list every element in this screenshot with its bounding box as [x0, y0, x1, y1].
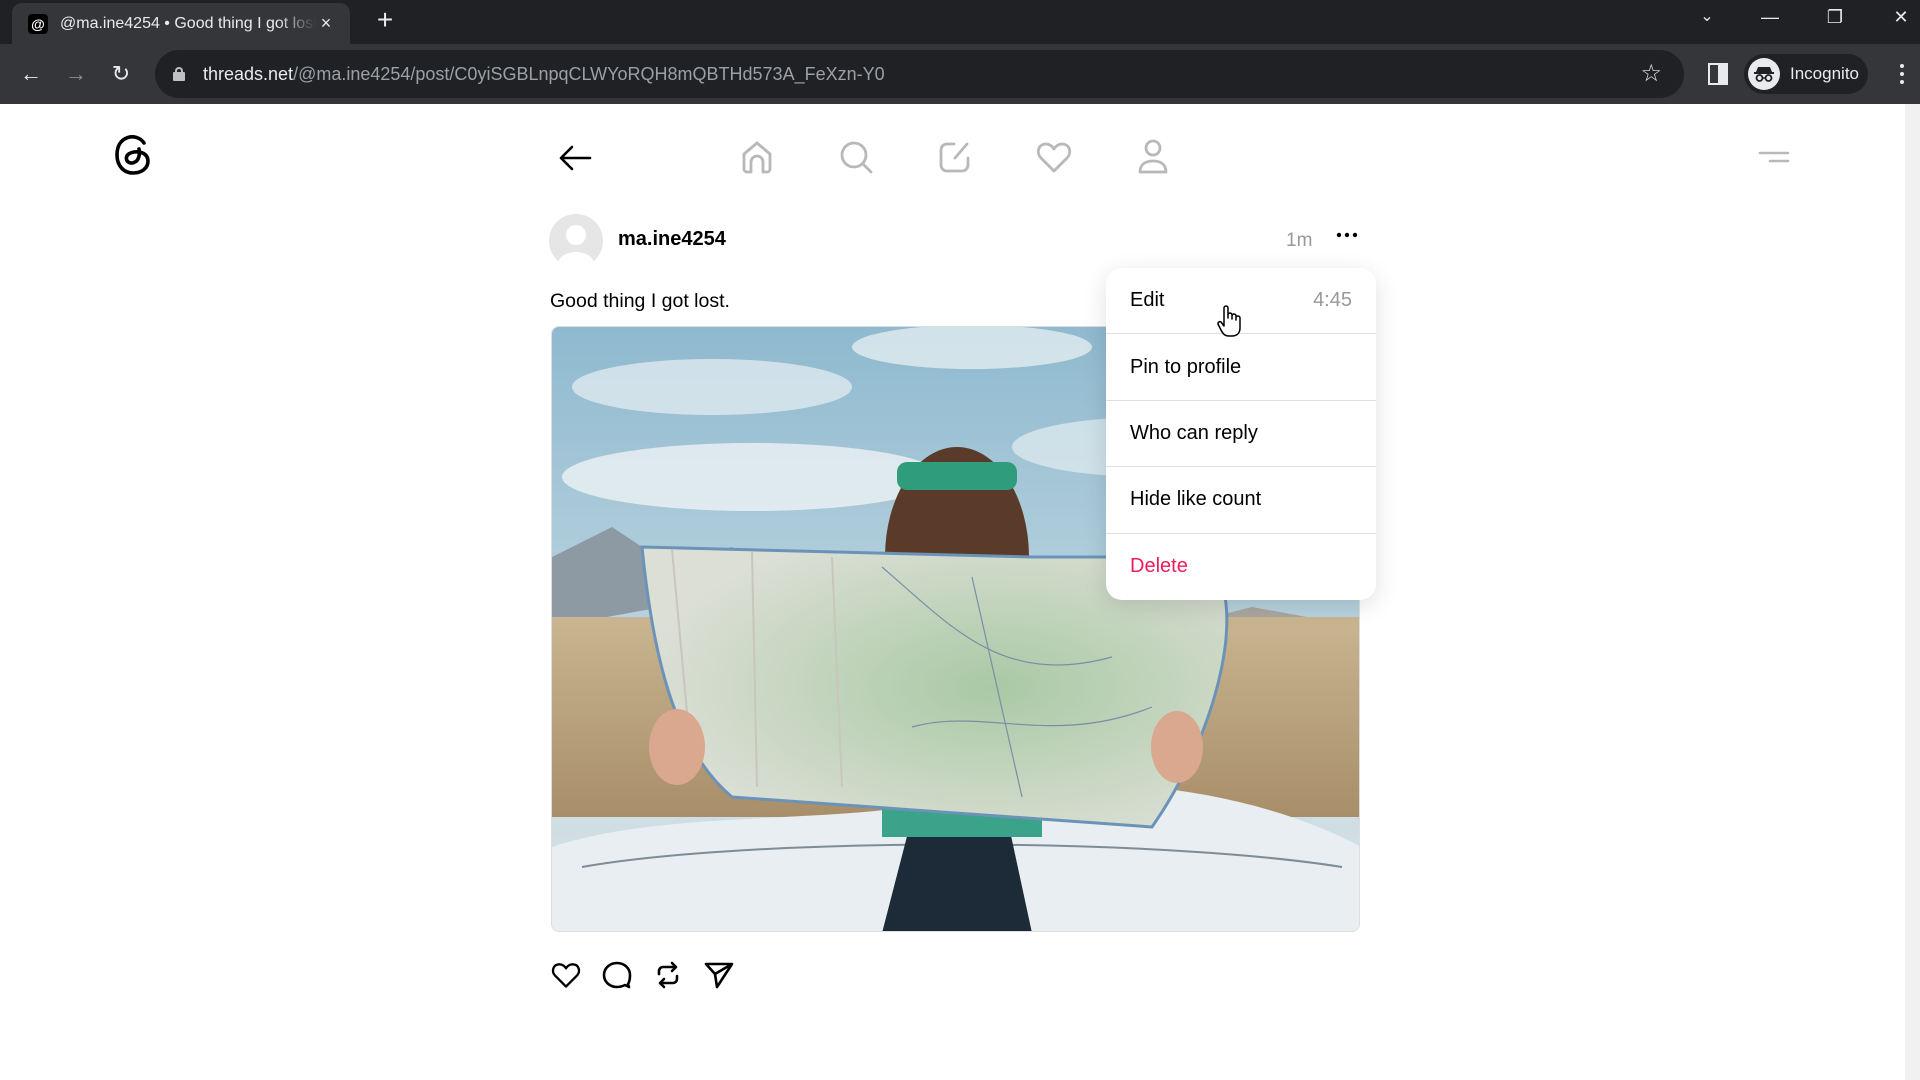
- post-caption: Good thing I got lost.: [550, 290, 730, 312]
- repost-icon[interactable]: [650, 957, 686, 993]
- menu-item-delete[interactable]: Delete: [1106, 534, 1376, 600]
- menu-item-pin-to-profile[interactable]: Pin to profile: [1106, 334, 1376, 401]
- threads-favicon-icon: @: [28, 13, 48, 34]
- menu-item-label: Who can reply: [1130, 421, 1258, 444]
- menu-item-label: Pin to profile: [1130, 355, 1242, 378]
- browser-toolbar: ← → ↻ threads.net/@ma.ine4254/post/C0yiS…: [0, 44, 1920, 104]
- compose-icon[interactable]: [935, 137, 975, 177]
- back-arrow-icon[interactable]: [555, 140, 595, 176]
- browser-menu-button[interactable]: [1896, 58, 1908, 90]
- hand-pointer-cursor-icon: [1216, 304, 1242, 343]
- menu-item-label: Hide like count: [1130, 488, 1262, 511]
- like-icon[interactable]: [548, 957, 584, 993]
- incognito-profile-button[interactable]: Incognito: [1744, 54, 1868, 94]
- tab-close-button[interactable]: ×: [316, 13, 336, 34]
- reply-icon[interactable]: [599, 957, 635, 993]
- menu-item-label: Edit: [1130, 289, 1165, 312]
- post-timestamp: 1m: [1286, 230, 1313, 251]
- edit-time-remaining: 4:45: [1313, 289, 1352, 312]
- incognito-label: Incognito: [1790, 64, 1859, 83]
- minimize-button[interactable]: —: [1745, 0, 1795, 34]
- tab-search-button[interactable]: ⌄: [1682, 0, 1732, 34]
- share-icon[interactable]: [701, 957, 737, 993]
- close-window-button[interactable]: ✕: [1876, 0, 1920, 34]
- restore-button[interactable]: ❐: [1810, 0, 1860, 34]
- incognito-icon: [1748, 58, 1780, 90]
- url-text[interactable]: threads.net/@ma.ine4254/post/C0yiSGBLnpq…: [203, 64, 885, 85]
- side-panel-icon[interactable]: [1708, 63, 1728, 85]
- profile-icon[interactable]: [1133, 137, 1173, 177]
- hamburger-menu-icon[interactable]: [1756, 142, 1792, 172]
- threads-logo-icon[interactable]: [110, 132, 156, 178]
- threads-page: ma.ine4254 1m Good thing I got lost. Edi…: [0, 104, 1920, 1080]
- new-tab-button[interactable]: +: [370, 6, 400, 36]
- search-icon[interactable]: [836, 137, 876, 177]
- forward-button[interactable]: →: [60, 58, 92, 90]
- back-button[interactable]: ←: [15, 58, 47, 90]
- tab-title: @ma.ine4254 • Good thing I got lost.: [60, 14, 316, 32]
- browser-tab-active[interactable]: @ @ma.ine4254 • Good thing I got lost. ×: [12, 3, 350, 44]
- page-scrollbar[interactable]: [1905, 104, 1920, 1080]
- menu-item-hide-like-count[interactable]: Hide like count: [1106, 467, 1376, 534]
- lock-icon[interactable]: [173, 67, 185, 81]
- bookmark-star-icon[interactable]: ☆: [1640, 60, 1662, 88]
- post-username[interactable]: ma.ine4254: [618, 228, 726, 251]
- browser-tab-strip: @ @ma.ine4254 • Good thing I got lost. ×…: [0, 0, 1920, 44]
- more-options-icon[interactable]: [1330, 220, 1364, 250]
- home-icon[interactable]: [737, 137, 777, 177]
- menu-item-label: Delete: [1130, 555, 1188, 578]
- avatar[interactable]: [549, 214, 603, 268]
- address-bar[interactable]: threads.net/@ma.ine4254/post/C0yiSGBLnpq…: [155, 50, 1684, 98]
- reload-button[interactable]: ↻: [105, 58, 137, 90]
- activity-heart-icon[interactable]: [1034, 137, 1074, 177]
- menu-item-who-can-reply[interactable]: Who can reply: [1106, 401, 1376, 468]
